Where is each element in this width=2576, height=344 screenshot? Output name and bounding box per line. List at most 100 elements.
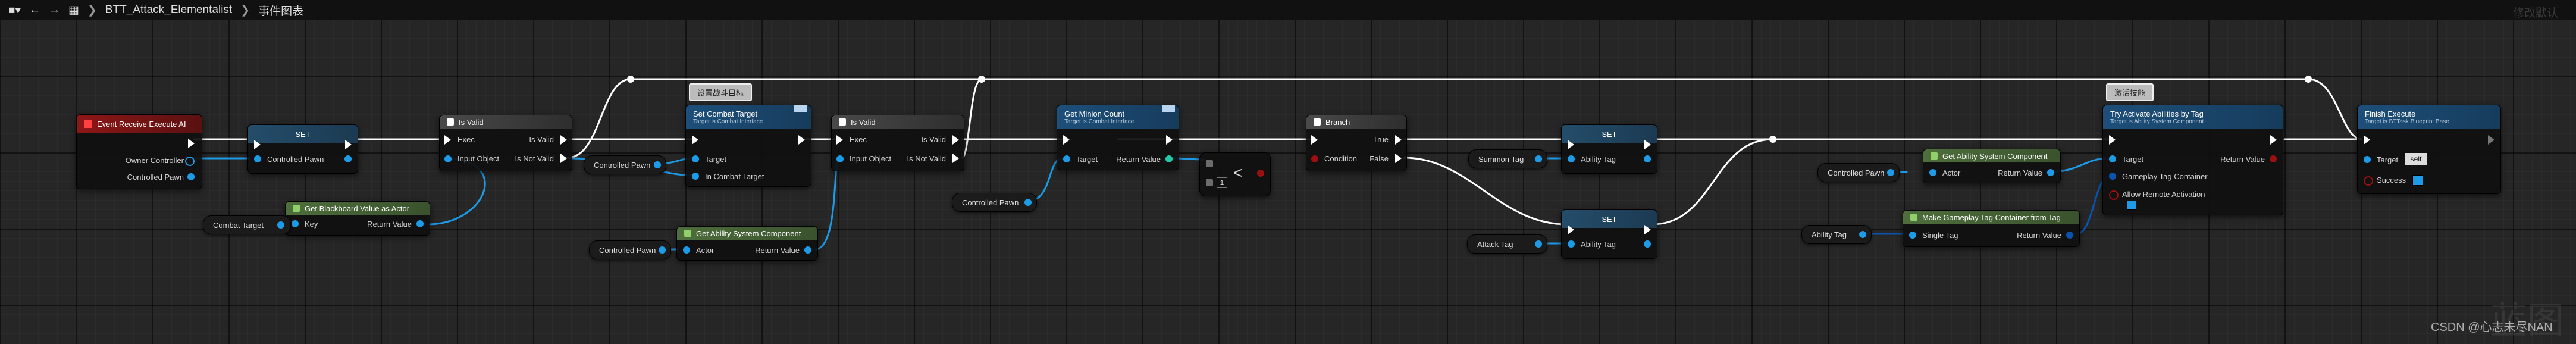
branch-node[interactable]: Branch True Condition False <box>1306 115 1407 171</box>
is-not-valid-exec-pin[interactable] <box>952 154 959 163</box>
result-bool-pin[interactable] <box>1257 170 1264 177</box>
controlled-pawn-out-pin[interactable] <box>344 155 352 162</box>
exec-in-pin[interactable] <box>2364 135 2370 145</box>
exec-out-pin[interactable] <box>2270 135 2277 145</box>
exec-in-pin[interactable] <box>692 135 698 145</box>
exec-in-pin[interactable] <box>444 135 451 145</box>
is-valid-exec-pin[interactable] <box>560 135 567 145</box>
return-value-pin[interactable] <box>804 246 811 254</box>
variable-out-pin[interactable] <box>277 221 284 229</box>
b-pin[interactable] <box>1206 179 1213 186</box>
target-pin[interactable] <box>2364 156 2371 163</box>
variable-out-pin[interactable] <box>1859 231 1866 238</box>
node-comment[interactable]: 激活技能 <box>2106 83 2154 101</box>
is-valid-node[interactable]: Is Valid Exec Is Valid Input Object Is N… <box>831 115 964 171</box>
b-value-box[interactable]: 1 <box>1217 177 1227 188</box>
actor-pin[interactable] <box>683 246 690 254</box>
gameplay-tag-container-pin[interactable] <box>2109 173 2116 180</box>
key-pin[interactable] <box>292 220 299 227</box>
is-not-valid-exec-pin[interactable] <box>560 154 567 163</box>
exec-in-pin[interactable] <box>1568 140 1574 149</box>
variable-out-pin[interactable] <box>659 246 666 254</box>
finish-execute-node[interactable]: Finish Execute Target is BTTask Blueprin… <box>2357 105 2501 194</box>
input-object-pin[interactable] <box>444 155 452 162</box>
get-ability-system-component-node[interactable]: Get Ability System Component Actor Retur… <box>1923 149 2061 183</box>
node-header: Is Valid <box>440 115 572 129</box>
success-checkbox[interactable] <box>2412 175 2423 186</box>
ability-tag-variable[interactable]: Ability Tag <box>1801 225 1872 244</box>
attack-tag-variable[interactable]: Attack Tag <box>1467 234 1547 254</box>
controlled-pawn-pin[interactable] <box>187 173 195 180</box>
true-exec-pin[interactable] <box>1395 135 1402 145</box>
event-receive-execute-ai-node[interactable]: Event Receive Execute AI Owner Controlle… <box>76 114 202 189</box>
exec-in-pin[interactable] <box>254 140 261 149</box>
ability-tag-in-pin[interactable] <box>1568 155 1575 162</box>
less-than-node[interactable]: < 1 <box>1199 152 1271 196</box>
try-activate-abilities-node[interactable]: Try Activate Abilities by Tag Target is … <box>2102 105 2283 215</box>
get-blackboard-value-node[interactable]: Get Blackboard Value as Actor Key Return… <box>285 201 430 236</box>
exec-in-pin[interactable] <box>836 135 843 145</box>
target-pin[interactable] <box>1063 155 1070 162</box>
variable-out-pin[interactable] <box>1024 199 1032 206</box>
exec-in-pin[interactable] <box>2109 135 2116 145</box>
controlled-pawn-variable[interactable]: Controlled Pawn <box>1817 163 1900 182</box>
ability-tag-out-pin[interactable] <box>1644 240 1651 248</box>
target-pin[interactable] <box>2109 155 2116 162</box>
combat-target-variable[interactable]: Combat Target <box>203 215 291 234</box>
variable-out-pin[interactable] <box>1535 155 1542 162</box>
exec-out-pin[interactable] <box>1644 140 1651 149</box>
variable-out-pin[interactable] <box>654 161 661 168</box>
false-exec-pin[interactable] <box>1395 154 1402 163</box>
return-value-bool-pin[interactable] <box>2270 155 2277 162</box>
owner-controller-pin[interactable] <box>185 157 195 166</box>
target-self-field[interactable]: self <box>2405 153 2427 165</box>
pin-label: Is Valid <box>921 135 946 144</box>
allow-remote-activation-pin[interactable] <box>2109 190 2119 200</box>
exec-in-pin[interactable] <box>1568 225 1574 234</box>
success-pin[interactable] <box>2364 176 2373 186</box>
exec-wire <box>961 78 983 159</box>
input-object-pin[interactable] <box>836 155 844 162</box>
variable-out-pin[interactable] <box>1535 240 1542 248</box>
condition-pin[interactable] <box>1311 155 1318 162</box>
controlled-pawn-variable[interactable]: Controlled Pawn <box>952 193 1037 212</box>
set-ability-tag-node[interactable]: SET Ability Tag <box>1561 124 1657 174</box>
controlled-pawn-variable[interactable]: Controlled Pawn <box>584 155 666 174</box>
node-subtitle: Target is BTTask Blueprint Base <box>2365 118 2449 125</box>
node-comment[interactable]: 设置战斗目标 <box>689 83 753 101</box>
is-valid-node[interactable]: Is Valid Exec Is Valid Input Object Is N… <box>439 115 572 171</box>
controlled-pawn-variable[interactable]: Controlled Pawn <box>589 240 671 259</box>
a-pin[interactable] <box>1206 160 1213 167</box>
ability-tag-in-pin[interactable] <box>1568 240 1575 248</box>
exec-out-pin[interactable] <box>1166 135 1173 145</box>
is-valid-exec-pin[interactable] <box>952 135 959 145</box>
controlled-pawn-in-pin[interactable] <box>254 155 261 162</box>
set-ability-tag-node[interactable]: SET Ability Tag <box>1561 209 1657 259</box>
variable-out-pin[interactable] <box>1887 169 1894 176</box>
node-subtitle: Target is Ability System Component <box>2110 118 2204 125</box>
exec-in-pin[interactable] <box>1063 135 1070 145</box>
return-value-pin[interactable] <box>416 220 424 227</box>
node-title: Make Gameplay Tag Container from Tag <box>1922 212 2061 222</box>
get-minion-count-node[interactable]: Get Minion Count Target is Combat Interf… <box>1057 105 1179 170</box>
set-controlled-pawn-node[interactable]: SET Controlled Pawn <box>247 124 358 174</box>
target-pin[interactable] <box>692 155 699 162</box>
ability-tag-out-pin[interactable] <box>1644 155 1651 162</box>
summon-tag-variable[interactable]: Summon Tag <box>1468 149 1547 168</box>
make-tag-container-node[interactable]: Make Gameplay Tag Container from Tag Sin… <box>1903 210 2080 247</box>
return-value-pin[interactable] <box>2047 169 2054 176</box>
exec-out-pin[interactable] <box>798 135 805 145</box>
exec-out-pin[interactable] <box>2488 135 2494 145</box>
single-tag-pin[interactable] <box>1909 232 1916 239</box>
get-ability-system-component-node[interactable]: Get Ability System Component Actor Retur… <box>676 226 818 261</box>
allow-remote-activation-checkbox[interactable] <box>2127 201 2136 210</box>
exec-in-pin[interactable] <box>1311 135 1318 145</box>
set-combat-target-node[interactable]: Set Combat Target Target is Combat Inter… <box>685 105 811 187</box>
exec-out-pin[interactable] <box>1644 225 1651 234</box>
exec-out-pin[interactable] <box>188 139 195 148</box>
in-combat-target-pin[interactable] <box>692 173 699 180</box>
return-value-int-pin[interactable] <box>1165 155 1173 162</box>
return-value-struct-pin[interactable] <box>2066 232 2073 239</box>
actor-pin[interactable] <box>1929 169 1936 176</box>
exec-out-pin[interactable] <box>345 140 352 149</box>
